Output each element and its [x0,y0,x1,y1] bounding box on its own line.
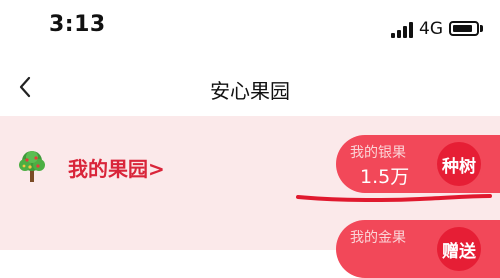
garden-panel: 我的果园> 我的银果 1.5万 种树 我的金果 赠送 [0,116,500,278]
silver-fruit-value: 1.5万 [360,166,410,188]
plant-tree-button[interactable]: 种树 [437,142,481,186]
silver-fruit-card: 我的银果 1.5万 种树 [336,135,500,193]
battery-icon [449,21,479,36]
signal-icon [391,22,413,38]
my-garden-link[interactable]: 我的果园> [68,153,165,182]
gift-button[interactable]: 赠送 [437,227,481,271]
silver-fruit-caption: 我的银果 [350,145,406,161]
battery-tip [480,25,483,32]
status-bar: 3:13 4G [0,0,500,58]
page-title: 安心果园 [210,79,290,103]
network-type: 4G [419,19,443,39]
gold-fruit-caption: 我的金果 [350,230,406,246]
gold-fruit-card: 我的金果 赠送 [336,220,500,278]
status-time: 3:13 [49,12,106,37]
nav-bar: 安心果园 [0,58,500,116]
tree-icon [17,149,47,183]
